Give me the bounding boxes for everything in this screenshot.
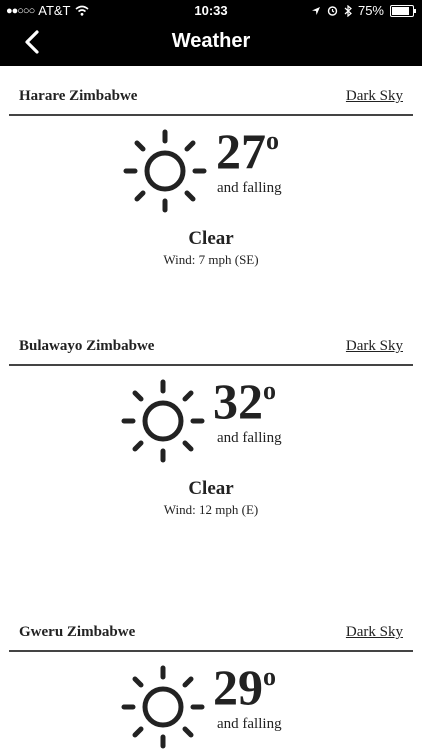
clear-day-sun-icon (123, 129, 207, 213)
temperature: 27o (216, 123, 279, 179)
temperature-trend: and falling (217, 180, 282, 196)
section-divider (9, 650, 413, 652)
temperature: 32o (213, 373, 276, 429)
wind-info: Wind: 12 mph (E) (163, 502, 259, 517)
condition: Clear (188, 478, 234, 499)
condition: Clear (188, 228, 234, 249)
bluetooth-icon (344, 4, 352, 17)
location-arrow-icon (311, 6, 320, 15)
temperature-trend: and falling (217, 716, 282, 732)
battery-icon (390, 4, 416, 17)
clear-day-sun-icon (121, 665, 205, 749)
temperature: 29o (213, 659, 276, 715)
dark-sky-link[interactable]: Dark Sky (346, 88, 403, 105)
page-title: Weather (171, 30, 251, 52)
degree-symbol: o (266, 126, 279, 155)
location-name: Bulawayo Zimbabwe (19, 338, 155, 354)
wind-info: Wind: 7 mph (SE) (163, 252, 259, 267)
clear-day-sun-icon (121, 379, 205, 463)
status-bar: ●●○○○ AT&T 10:33 75% (0, 0, 422, 22)
alarm-icon (327, 6, 338, 16)
location-name: Gweru Zimbabwe (19, 624, 136, 640)
temperature-trend: and falling (217, 430, 282, 446)
nav-bar: Weather (0, 22, 422, 66)
dark-sky-link[interactable]: Dark Sky (346, 624, 403, 641)
degree-symbol: o (263, 662, 276, 691)
section-divider (9, 364, 413, 366)
section-divider (9, 114, 413, 116)
dark-sky-link[interactable]: Dark Sky (346, 338, 403, 355)
battery-percent: 75% (357, 3, 384, 18)
top-bar: ●●○○○ AT&T 10:33 75% Weather (0, 0, 422, 66)
location-name: Harare Zimbabwe (19, 88, 138, 104)
degree-symbol: o (263, 376, 276, 405)
